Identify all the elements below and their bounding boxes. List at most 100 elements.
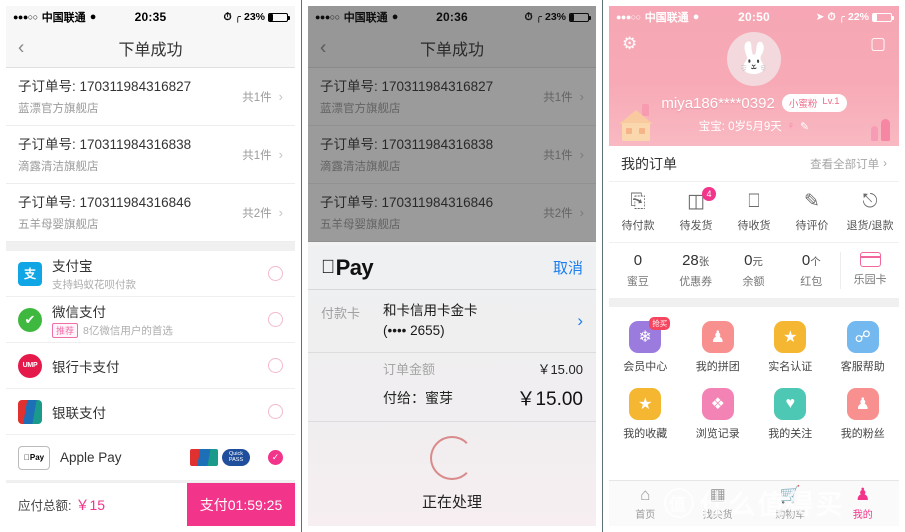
chevron-right-icon: ›: [278, 205, 283, 220]
feature-browse-history[interactable]: ❖ 浏览记录: [682, 388, 755, 441]
feature-my-following[interactable]: ♥ 我的关注: [754, 388, 827, 441]
status-right: ⏱ ╭ 23%: [166, 10, 291, 24]
order-shop: 五羊母婴旗舰店: [18, 218, 99, 231]
alarm-icon: ⏱: [223, 10, 232, 23]
order-list: 子订单号: 170311984316827 蓝漂官方旗舰店 共1件 › 子订单号…: [308, 68, 596, 242]
cancel-button[interactable]: 取消: [553, 257, 583, 278]
pay-to-row: 付给：蜜芽 ￥15.00: [308, 378, 596, 423]
radio-button[interactable]: [268, 404, 283, 419]
level-badge[interactable]: 小蜜粉 Lv.1: [781, 94, 847, 112]
radio-button[interactable]: [268, 358, 283, 373]
tab-profile[interactable]: ♟ 我的: [827, 486, 900, 521]
tab-label: 我的: [852, 510, 873, 521]
tab-cart[interactable]: 🛒 购物车: [754, 486, 827, 521]
order-state-pending-review[interactable]: ✎ 待评价: [783, 190, 841, 233]
view-all-orders-link[interactable]: 查看全部订单 ›: [810, 156, 887, 172]
chevron-right-icon[interactable]: ›: [577, 311, 583, 331]
asset-beans[interactable]: 0 蜜豆: [609, 252, 667, 289]
status-bar: ●●●○○ 中国联通 ● 20:36 ⏱ ╭ 23%: [308, 6, 596, 28]
feature-grid-row-1: 抢买 ❄ 会员中心 ♟ 我的拼团 ★ 实名认证 ☍ 客服帮助: [609, 315, 899, 382]
payment-option-wechat[interactable]: ✔ 微信支付 推荐 8亿微信用户的首选: [6, 297, 295, 343]
payment-option-bankcard[interactable]: UMP 银行卡支付: [6, 343, 295, 389]
payment-option-applepay[interactable]: Pay Apple Pay QuickPASS ✓: [6, 435, 295, 481]
signal-dots-icon: ●●●○○: [616, 12, 641, 22]
back-button[interactable]: ‹: [18, 38, 24, 57]
feature-my-favorites[interactable]: ★ 我的收藏: [609, 388, 682, 441]
feature-my-group[interactable]: ♟ 我的拼团: [682, 321, 755, 374]
order-shop: 滴露清洁旗舰店: [320, 160, 401, 173]
asset-balance[interactable]: 0元 余额: [725, 252, 783, 289]
phone-panel-profile: ●●●○○ 中国联通 ● 20:50 ➤ ⏱ ╭ 22% ⚙ ▢ 🐰 miya1…: [603, 0, 905, 532]
battery-percent: 23%: [545, 11, 567, 23]
nav-bar: ‹ 下单成功: [308, 28, 596, 68]
signal-dots-icon: ●●●○○: [13, 12, 38, 22]
order-count: 共1件: [242, 149, 272, 162]
edit-icon[interactable]: ✎: [800, 120, 809, 133]
asset-coupons[interactable]: 28张 优惠券: [667, 252, 725, 289]
order-state-refund[interactable]: ⎋ 退货/退款: [841, 190, 899, 233]
payment-option-unionpay[interactable]: 银联支付: [6, 389, 295, 435]
feature-member-center[interactable]: 抢买 ❄ 会员中心: [609, 317, 682, 374]
payment-card-row[interactable]: 付款卡 和卡信用卡金卡 (•••• 2655) ›: [308, 290, 596, 354]
status-left: ●●●○○ 中国联通 ●: [315, 9, 436, 25]
order-state-pending-payment[interactable]: ⎘ 待付款: [609, 190, 667, 233]
wechat-icon: ✔: [18, 307, 42, 332]
cart-icon: 🛒: [779, 485, 801, 504]
feature-grid: 抢买 ❄ 会员中心 ♟ 我的拼团 ★ 实名认证 ☍ 客服帮助 ★ 我的收藏 ❖ …: [609, 298, 899, 453]
asset-parkcard[interactable]: 乐园卡: [840, 252, 899, 289]
alipay-icon: 支: [18, 261, 42, 286]
status-time: 20:36: [436, 10, 468, 24]
payment-option-alipay[interactable]: 支 支付宝 支持蚂蚁花呗付款: [6, 251, 295, 297]
order-state-pending-shipment[interactable]: 4 ◫ 待发货: [667, 187, 725, 233]
table-row[interactable]: 子订单号: 170311984316827 蓝漂官方旗舰店 共1件 ›: [308, 68, 596, 126]
order-info: 子订单号: 170311984316838 滴露清洁旗舰店: [18, 135, 242, 174]
feature-verify-identity[interactable]: ★ 实名认证: [754, 321, 827, 374]
feature-customer-service[interactable]: ☍ 客服帮助: [827, 321, 900, 374]
rabbit-avatar-icon: 🐰: [735, 42, 773, 75]
radio-button[interactable]: [268, 312, 283, 327]
heart-icon: ♥: [774, 388, 807, 420]
pay-button[interactable]: 支付01:59:25: [187, 483, 295, 526]
wallet-icon: ⎘: [630, 190, 646, 212]
applepay-header:  Pay 取消: [308, 246, 596, 290]
grid-icon: ▦: [709, 485, 726, 504]
tab-home[interactable]: ⌂ 首页: [609, 486, 682, 521]
table-row[interactable]: 子订单号: 170311984316838 滴露清洁旗舰店 共1件 ›: [308, 126, 596, 184]
order-shop: 蓝漂官方旗舰店: [320, 102, 401, 115]
profile-header: ●●●○○ 中国联通 ● 20:50 ➤ ⏱ ╭ 22% ⚙ ▢ 🐰 miya1…: [609, 6, 899, 146]
wifi-icon: ●: [391, 11, 399, 23]
payment-name: 支付宝: [52, 259, 93, 274]
apple-logo-icon: : [321, 257, 335, 279]
panel1-screen: ●●●○○ 中国联通 ● 20:35 ⏱ ╭ 23% ‹ 下单成功 子订单号: …: [6, 6, 295, 526]
asset-label: 余额: [742, 276, 765, 288]
asset-redpacket[interactable]: 0个 红包: [782, 252, 840, 289]
carrier-label: 中国联通: [343, 12, 388, 24]
message-icon[interactable]: ▢: [870, 34, 886, 54]
tab-label: 购物车: [775, 510, 806, 521]
asset-label: 乐园卡: [853, 274, 887, 286]
table-row[interactable]: 子订单号: 170311984316838 滴露清洁旗舰店 共1件 ›: [6, 126, 295, 184]
order-count-group: 共2件 ›: [543, 205, 584, 221]
order-amount-row: 订单金额 ￥15.00: [308, 353, 596, 378]
radio-button-selected[interactable]: ✓: [268, 450, 283, 465]
order-number: 子订单号: 170311984316827: [18, 79, 192, 95]
table-row[interactable]: 子订单号: 170311984316846 五羊母婴旗舰店 共2件 ›: [6, 184, 295, 242]
back-button[interactable]: ‹: [320, 38, 326, 57]
section-title: 我的订单: [621, 155, 677, 172]
order-state-row: ⎘ 待付款 4 ◫ 待发货 ⎕ 待收货 ✎ 待评价 ⎋ 退货/退款: [609, 182, 899, 242]
status-left: ●●●○○ 中国联通 ●: [13, 9, 135, 25]
payment-labels: Apple Pay: [60, 450, 180, 465]
order-state-pending-receipt[interactable]: ⎕ 待收货: [725, 190, 783, 233]
settings-icon[interactable]: ⚙: [622, 34, 637, 54]
tab-discover[interactable]: ▦ 找尖货: [682, 486, 755, 521]
signal-dots-icon: ●●●○○: [315, 12, 340, 22]
table-row[interactable]: 子订单号: 170311984316827 蓝漂官方旗舰店 共1件 ›: [6, 68, 295, 126]
radio-button[interactable]: [268, 266, 283, 281]
asset-row: 0 蜜豆 28张 优惠券 0元 余额 0个 红包 乐园卡: [609, 242, 899, 298]
location-icon: ➤: [815, 11, 825, 23]
feature-my-fans[interactable]: ♟ 我的粉丝: [827, 388, 900, 441]
battery-icon: [569, 12, 592, 22]
bluetooth-icon: ╭: [234, 11, 241, 23]
table-row[interactable]: 子订单号: 170311984316846 五羊母婴旗舰店 共2件 ›: [308, 184, 596, 242]
avatar[interactable]: 🐰: [727, 32, 781, 86]
